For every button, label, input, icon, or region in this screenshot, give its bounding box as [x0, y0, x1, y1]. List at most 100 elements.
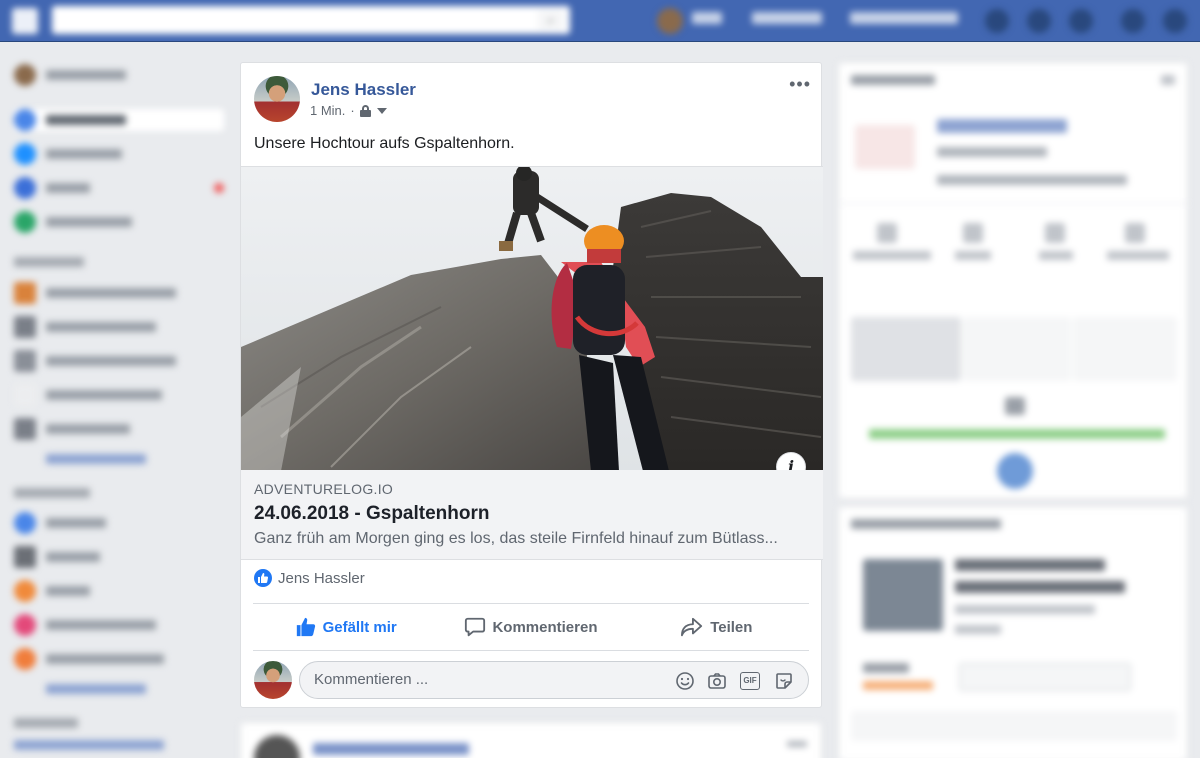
page-stat: [937, 147, 1047, 157]
sidebar-item-label: [46, 620, 156, 630]
friend-requests-icon[interactable]: [985, 9, 1009, 33]
promotion-thumbnail[interactable]: [863, 559, 943, 631]
promotion-title[interactable]: [955, 559, 1105, 571]
gif-icon[interactable]: GIF: [740, 672, 760, 690]
notifications-icon[interactable]: [1069, 9, 1093, 33]
avatar[interactable]: [997, 453, 1033, 489]
profile-link[interactable]: [692, 12, 722, 24]
more-icon[interactable]: •••: [789, 75, 811, 93]
fundraisers-icon: [14, 648, 36, 670]
sidebar-explore-item[interactable]: [14, 512, 224, 534]
sidebar-shortcut[interactable]: [14, 316, 224, 338]
page-action-icon[interactable]: [963, 223, 983, 243]
post-actions: Gefällt mir Kommentieren Teilen: [253, 603, 809, 651]
link-domain: ADVENTURELOG.IO: [254, 481, 394, 497]
sidebar-item-label: [46, 217, 132, 227]
page-icon: [14, 384, 36, 406]
search-icon[interactable]: ⌕: [538, 10, 564, 30]
thumbs-up-icon: [296, 617, 315, 637]
create-links[interactable]: [14, 740, 164, 750]
global-search-input[interactable]: ⌕: [52, 6, 570, 34]
post-author[interactable]: Jens Hassler: [311, 80, 416, 100]
sidebar-item-label: [46, 356, 176, 366]
share-button[interactable]: Teilen: [624, 604, 809, 650]
page-stat: [937, 175, 1127, 185]
avatar[interactable]: [254, 735, 300, 758]
page-action-label: [1039, 251, 1073, 260]
page-action-icon[interactable]: [877, 223, 897, 243]
page-status-text: [869, 429, 1165, 439]
see-more-link[interactable]: [46, 684, 146, 694]
reactions-summary[interactable]: Jens Hassler: [254, 569, 365, 587]
more-icon[interactable]: [787, 741, 807, 747]
sidebar-explore-item[interactable]: [14, 580, 224, 602]
sidebar-item-messenger[interactable]: [14, 143, 224, 165]
lock-icon: [359, 104, 371, 117]
page-tab[interactable]: [851, 317, 961, 381]
post-timestamp[interactable]: 1 Min.: [310, 103, 345, 118]
see-more-link[interactable]: [46, 454, 146, 464]
commenter-avatar[interactable]: [254, 661, 292, 699]
page-action-icon[interactable]: [1125, 223, 1145, 243]
sidebar-item-label: [46, 149, 122, 159]
sidebar-shortcut[interactable]: [14, 384, 224, 406]
sidebar-item-marketplace[interactable]: [14, 211, 224, 233]
account-menu-icon[interactable]: [1163, 9, 1187, 33]
post-author[interactable]: [313, 743, 469, 755]
promotion-title[interactable]: [955, 581, 1125, 593]
profile-avatar[interactable]: [657, 8, 683, 34]
like-button[interactable]: Gefällt mir: [253, 604, 438, 650]
sidebar-shortcut[interactable]: [14, 282, 224, 304]
page-logo[interactable]: [855, 125, 915, 169]
caret-down-icon[interactable]: [376, 107, 387, 114]
sidebar-item-news-feed[interactable]: [14, 109, 224, 131]
like-reaction-icon: [254, 569, 272, 587]
memories-icon: [14, 614, 36, 636]
like-label: Gefällt mir: [322, 618, 397, 636]
promotion-status: [863, 681, 933, 690]
promotion-stat: [863, 663, 909, 673]
sidebar-shortcut[interactable]: [14, 350, 224, 372]
comment-button[interactable]: Kommentieren: [438, 604, 623, 650]
divider: [839, 203, 1189, 204]
promotions-heading: [851, 519, 1001, 529]
marketplace-icon: [14, 211, 36, 233]
page-name-link[interactable]: [937, 119, 1067, 133]
share-label: Teilen: [710, 618, 753, 636]
reactor-names[interactable]: Jens Hassler: [278, 570, 365, 587]
link-preview-image[interactable]: [241, 166, 823, 470]
sticker-icon[interactable]: [774, 671, 794, 691]
view-results-button[interactable]: [959, 663, 1131, 691]
sidebar-shortcut[interactable]: [14, 418, 224, 440]
sidebar-explore-item[interactable]: [14, 614, 224, 636]
sidebar-item-label: [46, 70, 126, 80]
sidebar-explore-item[interactable]: [14, 546, 224, 568]
comment-input[interactable]: [314, 671, 654, 688]
sidebar-item-label: [46, 115, 126, 125]
page-tab[interactable]: [1073, 317, 1177, 381]
help-icon[interactable]: [1121, 9, 1145, 33]
home-link[interactable]: [752, 12, 822, 24]
sidebar-explore-item[interactable]: [14, 648, 224, 670]
sidebar-item-watch[interactable]: [14, 177, 224, 199]
group-icon: [14, 316, 36, 338]
create-promotion-button[interactable]: [851, 711, 1177, 741]
camera-icon[interactable]: [707, 671, 727, 691]
page-count: [1005, 397, 1025, 415]
author-avatar[interactable]: [254, 76, 300, 122]
more-icon[interactable]: [1161, 75, 1175, 85]
page-action-icon[interactable]: [1045, 223, 1065, 243]
page-action-label: [1107, 251, 1169, 260]
comment-composer[interactable]: GIF: [299, 661, 809, 699]
page-tab[interactable]: [963, 317, 1071, 381]
link-preview[interactable]: ADVENTURELOG.IO 24.06.2018 - Gspaltenhor…: [241, 470, 823, 560]
next-feed-post: [240, 722, 822, 758]
messenger-icon[interactable]: [1027, 9, 1051, 33]
find-friends-link[interactable]: [850, 12, 958, 24]
sidebar-profile[interactable]: [14, 64, 224, 86]
your-pages-card: [838, 62, 1189, 499]
link-title[interactable]: 24.06.2018 - Gspaltenhorn: [254, 503, 490, 525]
emoji-icon[interactable]: [675, 671, 695, 691]
facebook-logo-icon[interactable]: [12, 8, 38, 34]
sidebar-item-label: [46, 288, 176, 298]
